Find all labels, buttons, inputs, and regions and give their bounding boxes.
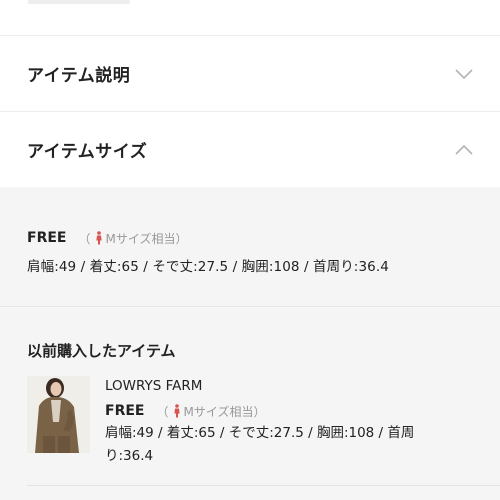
previous-size-note: （ Mサイズ相当） [156,403,266,420]
woman-icon [95,231,103,245]
chevron-down-icon [454,64,474,84]
previous-measurements-line2: り:36.4 [105,448,154,464]
previous-size-note-text: Mサイズ相当） [183,404,266,419]
size-note-open: （ [78,231,91,246]
product-thumbnail[interactable] [27,376,90,453]
size-measurements: 肩幅:49 / 着丈:65 / そで丈:27.5 / 胸囲:108 / 首周り:… [27,259,389,275]
woman-icon [173,404,181,418]
chevron-up-icon [454,140,474,160]
accordion-item-description[interactable]: アイテム説明 [0,35,500,111]
size-header: FREE （ Mサイズ相当） [27,227,487,249]
top-button-edge [28,0,130,4]
previous-purchases-title: 以前購入したアイテム [27,342,176,360]
previous-purchase-item[interactable]: LOWRYS FARM FREE （ Mサイズ相当） 肩幅:49 / 着丈:65… [27,376,487,466]
previous-size-note-open: （ [156,404,169,419]
size-note-text: Mサイズ相当） [105,231,188,246]
section-divider [0,306,500,307]
previous-measurements: 肩幅:49 / 着丈:65 / そで丈:27.5 / 胸囲:108 / 首周 り… [105,422,485,468]
size-panel: FREE （ Mサイズ相当） 肩幅:49 / 着丈:65 / そで丈:27.5 … [0,187,500,500]
accordion-title-description: アイテム説明 [27,66,131,86]
previous-size-header: FREE （ Mサイズ相当） [105,401,485,421]
size-info: FREE （ Mサイズ相当） 肩幅:49 / 着丈:65 / そで丈:27.5 … [27,227,487,275]
accordion-title-size: アイテムサイズ [27,142,148,162]
previous-item-info: LOWRYS FARM FREE （ Mサイズ相当） 肩幅:49 / 着丈:65… [105,376,485,468]
bottom-divider [27,485,500,486]
brand-name: LOWRYS FARM [105,378,203,394]
previous-size-label: FREE [105,403,145,419]
size-note: （ Mサイズ相当） [78,230,188,247]
accordion-item-size[interactable]: アイテムサイズ [0,111,500,187]
previous-measurements-line1: 肩幅:49 / 着丈:65 / そで丈:27.5 / 胸囲:108 / 首周 [105,425,415,441]
size-label: FREE [27,230,67,246]
